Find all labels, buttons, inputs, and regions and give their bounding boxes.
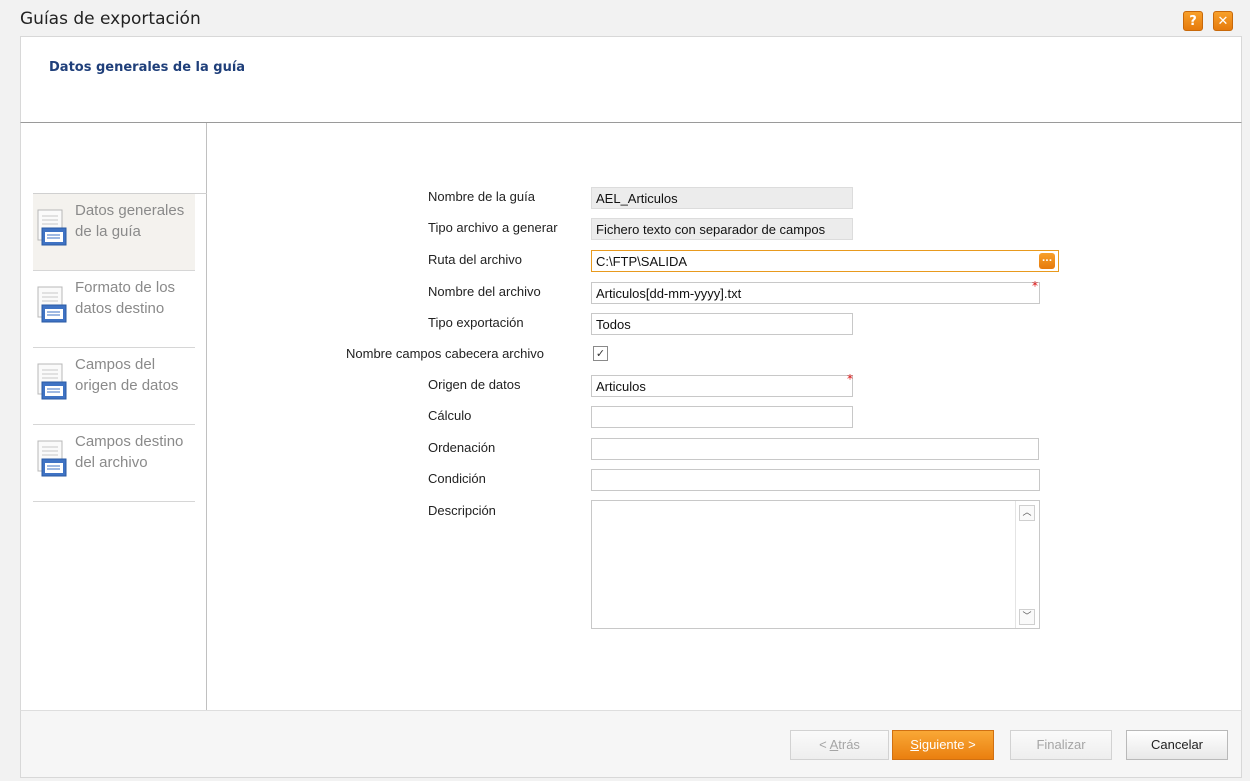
window-title: Guías de exportación xyxy=(20,9,201,29)
finish-button[interactable]: Finalizar xyxy=(1010,730,1112,760)
form-document-icon xyxy=(37,286,67,323)
nombre-guia-label: Nombre de la guía xyxy=(428,189,535,204)
sidebar-item-label: Formato de los datos destino xyxy=(75,279,176,317)
next-button-mnemonic: S xyxy=(910,737,919,752)
sidebar-item-formato-datos[interactable]: Formato de los datos destino xyxy=(33,271,195,348)
form-document-icon xyxy=(37,363,67,400)
origen-datos-input[interactable]: Articulos xyxy=(591,375,853,397)
required-marker: * xyxy=(847,372,853,386)
nombre-guia-field: AEL_Articulos xyxy=(591,187,853,209)
ellipsis-icon[interactable]: ... xyxy=(1039,253,1055,269)
sidebar-item-label: Datos generales de la guía xyxy=(75,202,185,240)
form-document-icon xyxy=(37,209,67,246)
sidebar-item-label: Campos destino del archivo xyxy=(75,433,184,471)
sidebar-item-datos-generales[interactable]: Datos generales de la guía xyxy=(33,194,195,271)
nombre-campos-cabecera-label: Nombre campos cabecera archivo xyxy=(346,346,544,361)
help-icon[interactable]: ? xyxy=(1183,11,1203,31)
back-button[interactable]: < Atrás xyxy=(790,730,889,760)
ordenacion-input[interactable] xyxy=(591,438,1039,460)
wizard-header: Datos generales de la guía xyxy=(20,36,1242,123)
checkbox-check-icon: ✓ xyxy=(595,347,606,360)
wizard-footer: < Atrás Siguiente > Finalizar Cancelar xyxy=(20,710,1242,778)
sidebar-item-campos-destino[interactable]: Campos destino del archivo xyxy=(33,425,195,502)
scroll-up-icon[interactable]: ︿ xyxy=(1019,505,1035,521)
calculo-label: Cálculo xyxy=(428,408,472,423)
wizard-steps-sidebar: Datos generales de la guía Formato de lo… xyxy=(21,123,207,710)
form-document-icon xyxy=(37,440,67,477)
ordenacion-label: Ordenación xyxy=(428,440,496,455)
sidebar-item-label: Campos del origen de datos xyxy=(75,356,179,394)
scroll-down-icon[interactable]: ﹀ xyxy=(1019,609,1035,625)
next-button[interactable]: Siguiente > xyxy=(892,730,994,760)
cancel-button[interactable]: Cancelar xyxy=(1126,730,1228,760)
nombre-archivo-input[interactable]: Articulos[dd-mm-yyyy].txt xyxy=(591,282,1040,304)
back-button-mnemonic: A xyxy=(829,737,839,752)
ruta-archivo-input[interactable]: C:\FTP\SALIDA xyxy=(591,250,1059,272)
tipo-archivo-field: Fichero texto con separador de campos xyxy=(591,218,853,240)
calculo-input[interactable] xyxy=(591,406,853,428)
tipo-exportacion-select[interactable]: Todos xyxy=(591,313,853,335)
nombre-campos-cabecera-checkbox[interactable]: ✓ xyxy=(593,346,608,361)
next-button-label: iguiente > xyxy=(918,737,976,752)
ruta-archivo-label: Ruta del archivo xyxy=(428,252,522,267)
condicion-input[interactable] xyxy=(591,469,1040,491)
descripcion-textarea[interactable]: ︿ ﹀ xyxy=(591,500,1040,629)
tipo-archivo-label: Tipo archivo a generar xyxy=(428,220,558,235)
back-button-label: trás xyxy=(838,737,860,752)
sidebar-item-campos-origen[interactable]: Campos del origen de datos xyxy=(33,348,195,425)
tipo-exportacion-label: Tipo exportación xyxy=(428,315,524,330)
window-titlebar: Guías de exportación ? ✕ xyxy=(0,0,1250,36)
back-button-prefix: < xyxy=(819,737,830,752)
nombre-archivo-label: Nombre del archivo xyxy=(428,284,541,299)
page-title: Datos generales de la guía xyxy=(49,60,246,75)
condicion-label: Condición xyxy=(428,471,486,486)
required-marker: * xyxy=(1032,279,1038,293)
origen-datos-label: Origen de datos xyxy=(428,377,521,392)
close-icon[interactable]: ✕ xyxy=(1213,11,1233,31)
descripcion-scrollbar[interactable]: ︿ ﹀ xyxy=(1015,501,1039,628)
descripcion-label: Descripción xyxy=(428,503,496,518)
